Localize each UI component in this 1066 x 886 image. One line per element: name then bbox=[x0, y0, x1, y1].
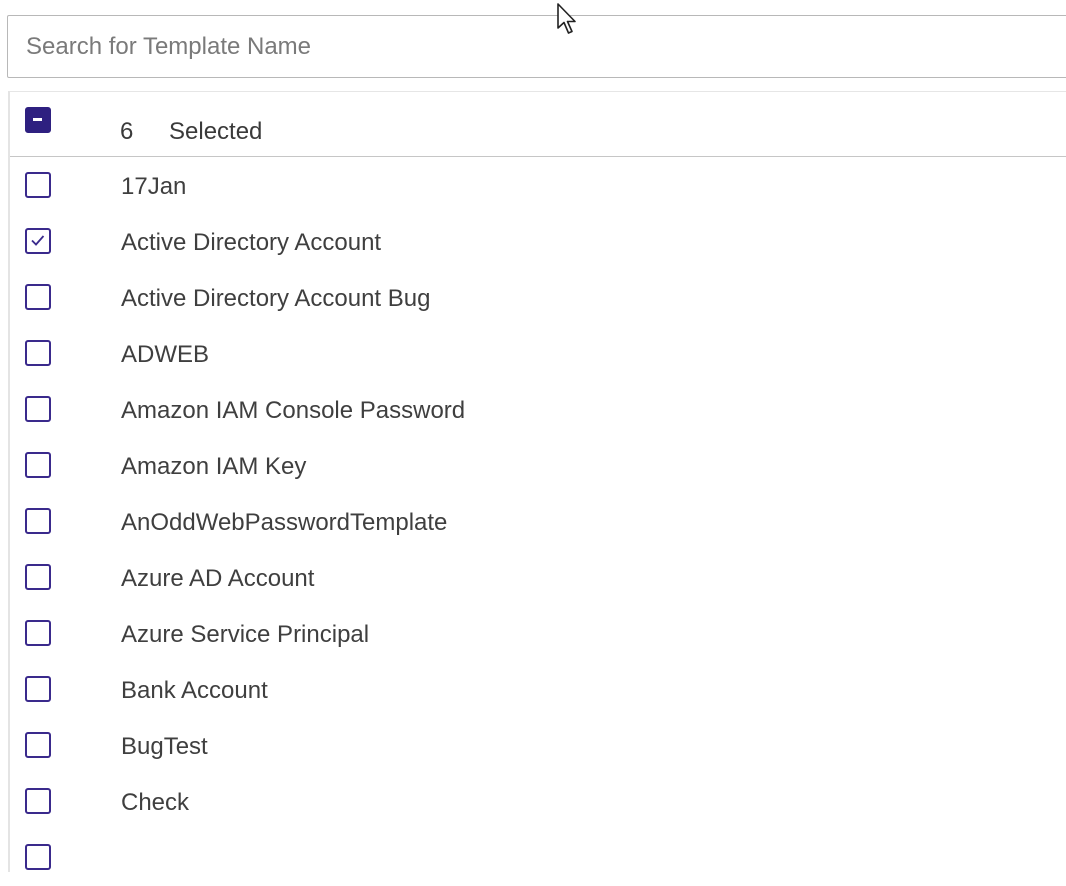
list-item[interactable]: ADWEB bbox=[10, 326, 1066, 382]
item-label: Amazon IAM Console Password bbox=[121, 397, 466, 424]
item-checkbox[interactable] bbox=[25, 396, 51, 422]
item-label: Bank Account bbox=[121, 677, 268, 704]
list-item[interactable]: Active Directory Account bbox=[10, 214, 1066, 270]
list-item-partial[interactable] bbox=[10, 830, 1066, 886]
item-label: Azure AD Account bbox=[121, 565, 315, 592]
mouse-pointer-icon bbox=[557, 3, 576, 34]
item-checkbox[interactable] bbox=[25, 508, 51, 534]
list-item[interactable]: Active Directory Account Bug bbox=[10, 270, 1066, 326]
selected-label: Selected bbox=[169, 118, 263, 145]
list-item[interactable]: Amazon IAM Key bbox=[10, 438, 1066, 494]
item-label: BugTest bbox=[121, 733, 208, 760]
item-label: Check bbox=[121, 789, 190, 816]
item-label: Active Directory Account Bug bbox=[121, 285, 431, 312]
item-checkbox[interactable] bbox=[25, 564, 51, 590]
item-checkbox[interactable] bbox=[25, 284, 51, 310]
list-item[interactable]: Azure AD Account bbox=[10, 550, 1066, 606]
checkmark-icon bbox=[31, 235, 45, 246]
list-item[interactable]: 17Jan bbox=[10, 158, 1066, 214]
item-checkbox[interactable] bbox=[25, 844, 51, 870]
item-checkbox[interactable] bbox=[25, 620, 51, 646]
item-checkbox[interactable] bbox=[25, 340, 51, 366]
search-box[interactable] bbox=[7, 15, 1066, 78]
select-all-checkbox[interactable] bbox=[25, 107, 51, 133]
list-item[interactable]: Azure Service Principal bbox=[10, 606, 1066, 662]
item-label: ADWEB bbox=[121, 341, 210, 368]
item-label: Azure Service Principal bbox=[121, 621, 370, 648]
selected-count: 6 bbox=[120, 118, 134, 145]
list-item[interactable]: AnOddWebPasswordTemplate bbox=[10, 494, 1066, 550]
item-label: 17Jan bbox=[121, 173, 187, 200]
item-checkbox[interactable] bbox=[25, 676, 51, 702]
list-item[interactable]: Bank Account bbox=[10, 662, 1066, 718]
item-checkbox-checked[interactable] bbox=[25, 228, 51, 254]
template-list: 6 Selected 17Jan Active Directory Accoun… bbox=[8, 91, 1066, 872]
list-item[interactable]: Check bbox=[10, 774, 1066, 830]
item-checkbox[interactable] bbox=[25, 172, 51, 198]
list-item[interactable]: BugTest bbox=[10, 718, 1066, 774]
item-checkbox[interactable] bbox=[25, 732, 51, 758]
select-all-row: 6 Selected bbox=[10, 92, 1066, 157]
item-label: Amazon IAM Key bbox=[121, 453, 307, 480]
item-checkbox[interactable] bbox=[25, 452, 51, 478]
search-input[interactable] bbox=[26, 16, 1026, 77]
item-checkbox[interactable] bbox=[25, 788, 51, 814]
item-label: AnOddWebPasswordTemplate bbox=[121, 509, 448, 536]
list-item[interactable]: Amazon IAM Console Password bbox=[10, 382, 1066, 438]
item-label: Active Directory Account bbox=[121, 229, 382, 256]
